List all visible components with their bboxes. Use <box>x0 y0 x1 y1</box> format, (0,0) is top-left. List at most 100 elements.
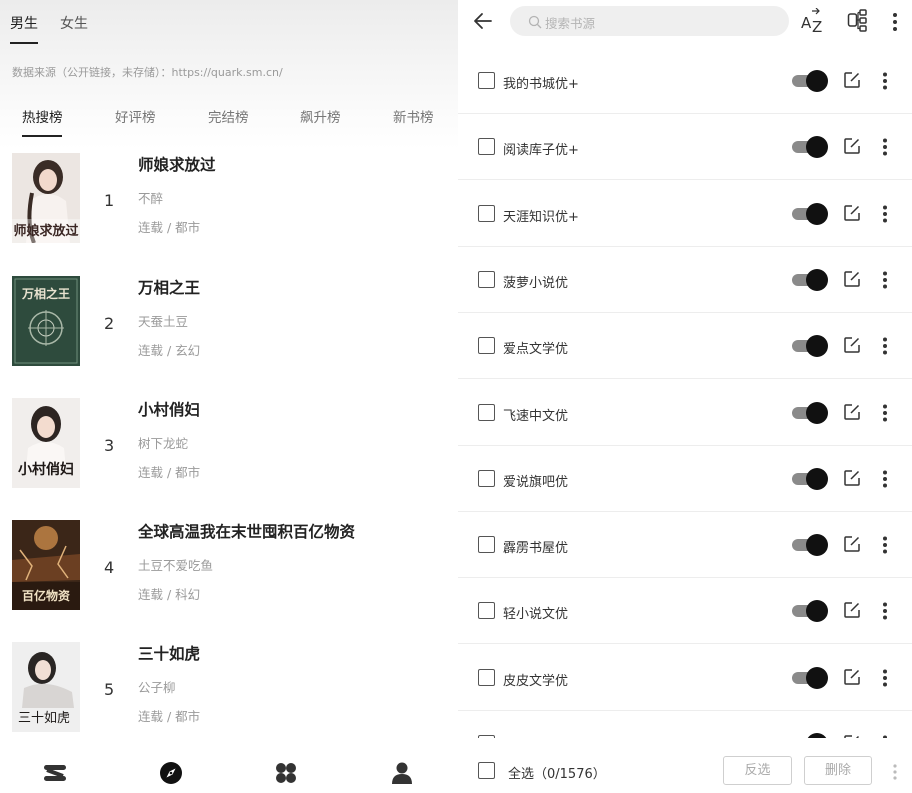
more-vertical-icon[interactable] <box>882 271 888 293</box>
source-row[interactable]: 霹雳书屋优 <box>458 512 912 579</box>
search-input[interactable]: 搜索书源 <box>510 6 789 36</box>
more-vertical-icon[interactable] <box>882 205 888 227</box>
toggle-thumb <box>806 136 828 159</box>
edit-icon[interactable] <box>843 204 861 226</box>
source-enable-toggle[interactable] <box>792 70 828 92</box>
source-row[interactable]: 飞速中文优 <box>458 711 912 738</box>
source-row[interactable]: 爱点文学优 <box>458 313 912 380</box>
apps-grid-icon[interactable] <box>273 760 299 786</box>
source-checkbox[interactable] <box>478 337 495 355</box>
tab-new-books[interactable]: 新书榜 <box>393 106 434 126</box>
book-title: 全球高温我在末世囤积百亿物资 <box>138 523 356 541</box>
discover-compass-icon[interactable] <box>158 760 184 786</box>
more-vertical-icon[interactable] <box>882 404 888 426</box>
source-enable-toggle[interactable] <box>792 268 828 291</box>
edit-icon[interactable] <box>843 403 861 425</box>
tab-completed[interactable]: 完结榜 <box>208 106 249 126</box>
source-row[interactable]: 我的书城优+ <box>458 48 912 114</box>
sort-az-icon[interactable]: A Z <box>800 7 824 38</box>
source-checkbox[interactable] <box>478 536 495 554</box>
invert-selection-button[interactable]: 反选 <box>723 756 792 785</box>
source-enable-toggle[interactable] <box>792 335 828 358</box>
source-enable-toggle[interactable] <box>792 136 828 159</box>
source-row[interactable]: 菠萝小说优 <box>458 247 912 313</box>
source-name: 菠萝小说优 <box>503 275 569 291</box>
book-item[interactable]: 百亿物资 4 全球高温我在末世囤积百亿物资 土豆不爱吃鱼 连载 / 科幻 <box>0 520 458 638</box>
edit-icon[interactable] <box>843 535 861 557</box>
bookshelf-icon[interactable] <box>42 760 68 786</box>
edit-icon[interactable] <box>843 270 861 292</box>
source-row[interactable]: 爱说旗吧优 <box>458 446 912 512</box>
source-enable-toggle[interactable] <box>792 401 828 424</box>
more-vertical-icon[interactable] <box>882 470 888 492</box>
edit-icon[interactable] <box>843 601 861 623</box>
more-vertical-icon[interactable] <box>882 72 888 94</box>
select-all-label[interactable]: 全选（0/1576） <box>508 763 606 782</box>
edit-icon[interactable] <box>843 336 861 358</box>
tab-hot-search[interactable]: 热搜榜 <box>22 106 63 126</box>
book-item[interactable]: 三十如虎 5 三十如虎 公子柳 连载 / 都市 <box>0 642 458 760</box>
source-checkbox[interactable] <box>478 469 495 487</box>
tab-rising[interactable]: 飙升榜 <box>300 106 341 126</box>
more-vertical-icon[interactable] <box>882 602 888 624</box>
book-author: 不醉 <box>138 191 164 206</box>
source-name: 霹雳书屋优 <box>503 541 569 557</box>
source-row[interactable]: 阅读库子优+ <box>458 114 912 181</box>
source-row[interactable]: 飞速中文优 <box>458 380 912 446</box>
book-rank: 3 <box>104 436 115 455</box>
select-all-checkbox[interactable] <box>478 762 495 779</box>
source-enable-toggle[interactable] <box>792 534 828 557</box>
book-item[interactable]: 师娘求放过 1 师娘求放过 不醉 连载 / 都市 <box>0 153 458 271</box>
rank-tab-indicator <box>22 135 62 137</box>
footer-more-icon[interactable] <box>892 764 898 784</box>
source-checkbox[interactable] <box>478 403 495 421</box>
cover-title-art: 小村俏妇 <box>18 461 74 478</box>
selection-footer: 全选（0/1576） 反选 删除 <box>458 738 912 793</box>
more-vertical-icon[interactable] <box>882 138 888 160</box>
source-row[interactable]: 轻小说文优 <box>458 578 912 645</box>
source-checkbox[interactable] <box>478 602 495 620</box>
edit-icon[interactable] <box>843 137 861 159</box>
source-row[interactable]: 天涯知识优+ <box>458 181 912 247</box>
book-cover: 小村俏妇 <box>12 398 80 488</box>
svg-text:A: A <box>801 14 812 32</box>
data-source-note: 数据来源（公开链接，未存储）：https://quark.sm.cn/ <box>12 66 283 79</box>
source-checkbox[interactable] <box>478 270 495 288</box>
source-enable-toggle[interactable] <box>792 202 828 225</box>
book-status-genre: 连载 / 都市 <box>138 220 201 235</box>
edit-icon[interactable] <box>843 71 861 93</box>
ranking-panel: 男生 女生 数据来源（公开链接，未存储）：https://quark.sm.cn… <box>0 0 458 793</box>
group-icon[interactable] <box>847 8 869 36</box>
book-item[interactable]: 小村俏妇 3 小村俏妇 树下龙蛇 连载 / 都市 <box>0 398 458 516</box>
source-row[interactable]: 皮皮文学优 <box>458 645 912 711</box>
book-cover: 万相之王 <box>12 276 80 366</box>
source-checkbox[interactable] <box>478 138 495 156</box>
source-checkbox[interactable] <box>478 204 495 222</box>
more-vertical-icon[interactable] <box>882 337 888 359</box>
book-item[interactable]: 万相之王 2 万相之王 天蚕土豆 连载 / 玄幻 <box>0 276 458 394</box>
profile-icon[interactable] <box>389 760 415 786</box>
book-cover: 三十如虎 <box>12 642 80 732</box>
edit-icon[interactable] <box>843 668 861 690</box>
source-enable-toggle[interactable] <box>792 600 828 623</box>
back-arrow-icon[interactable] <box>472 10 494 36</box>
more-vertical-icon[interactable] <box>892 12 898 36</box>
tab-male[interactable]: 男生 <box>10 13 38 33</box>
tab-female[interactable]: 女生 <box>60 13 88 33</box>
source-checkbox[interactable] <box>478 668 495 686</box>
source-enable-toggle[interactable] <box>792 467 828 490</box>
source-checkbox[interactable] <box>478 72 495 89</box>
more-vertical-icon[interactable] <box>882 669 888 691</box>
search-placeholder: 搜索书源 <box>545 16 596 31</box>
more-vertical-icon[interactable] <box>882 536 888 558</box>
toggle-thumb <box>806 401 828 424</box>
tab-top-rated[interactable]: 好评榜 <box>115 106 156 126</box>
edit-icon[interactable] <box>843 469 861 491</box>
cover-title-art: 百亿物资 <box>22 588 70 603</box>
delete-button[interactable]: 删除 <box>804 756 872 785</box>
toggle-thumb <box>806 600 828 623</box>
book-author: 树下龙蛇 <box>138 436 189 451</box>
book-cover: 百亿物资 <box>12 520 80 610</box>
source-enable-toggle[interactable] <box>792 666 828 689</box>
bottom-navigation <box>0 748 458 793</box>
